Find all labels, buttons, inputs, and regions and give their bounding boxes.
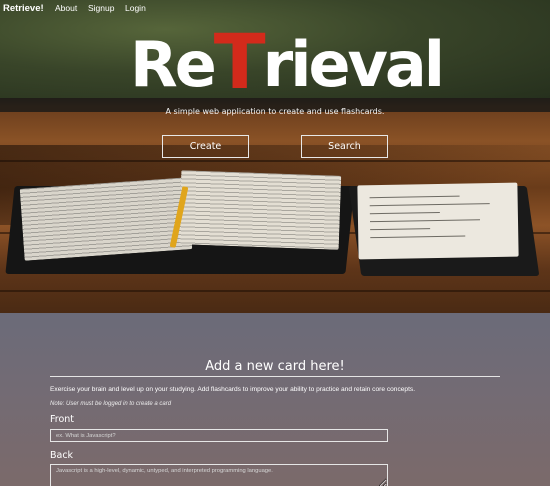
login-note: Note: User must be logged in to create a… (50, 401, 172, 407)
form-title: Add a new card here! (205, 359, 345, 374)
nav-about-link[interactable]: About (55, 3, 77, 13)
top-nav: Retrieve! About Signup Login (0, 0, 550, 16)
brand-link[interactable]: Retrieve! (3, 3, 44, 14)
back-label: Back (50, 450, 74, 461)
add-card-section: Add a new card here! Exercise your brain… (0, 313, 550, 486)
tagline: A simple web application to create and u… (165, 107, 385, 116)
back-textarea[interactable] (50, 464, 388, 486)
front-input[interactable] (50, 429, 388, 442)
nav-login-link[interactable]: Login (125, 3, 146, 13)
title-divider (50, 376, 500, 377)
search-button[interactable]: Search (301, 135, 388, 158)
front-label: Front (50, 414, 75, 425)
retrieval-logo: ReTrieval (130, 17, 445, 106)
create-button[interactable]: Create (162, 135, 249, 158)
form-description: Exercise your brain and level up on your… (50, 386, 416, 393)
nav-signup-link[interactable]: Signup (88, 3, 114, 13)
hero-banner: Retrieve! About Signup Login ReTrieval A… (0, 0, 550, 313)
